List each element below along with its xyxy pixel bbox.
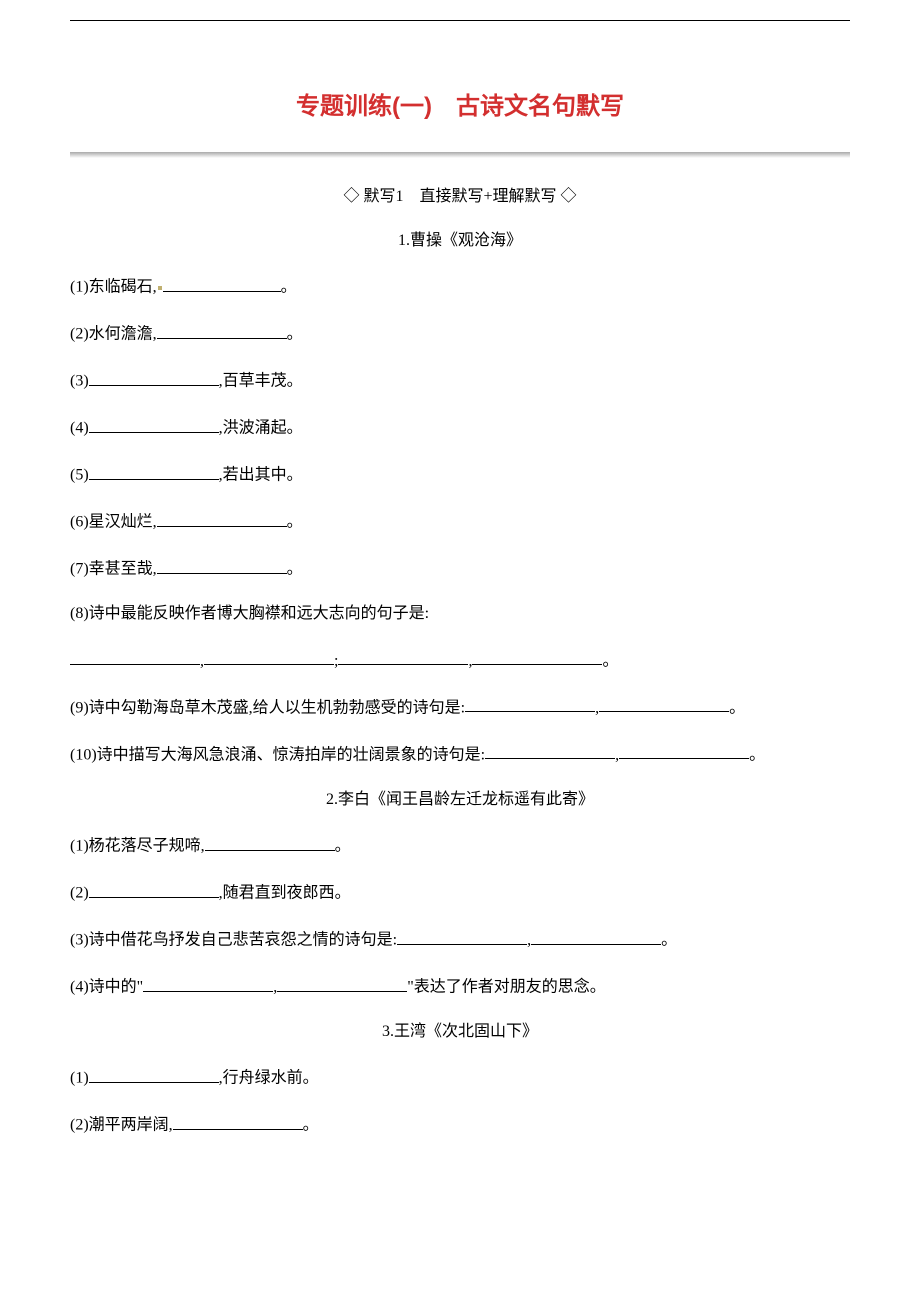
q-text: (1)杨花落尽子规啼, <box>70 838 205 855</box>
period: 。 <box>661 932 677 949</box>
fill-blank[interactable] <box>485 742 615 760</box>
main-title: 专题训练(一) 古诗文名句默写 <box>70 90 850 124</box>
poem1-q7: (7)幸甚至哉, 。 <box>70 556 850 581</box>
q-text: (5) <box>70 467 89 484</box>
fill-blank[interactable] <box>89 462 219 480</box>
q-text: (8)诗中最能反映作者博大胸襟和远大志向的句子是: <box>70 605 429 622</box>
q-text-tail: ,洪波涌起。 <box>219 420 303 437</box>
header-rule <box>70 20 850 21</box>
poem3-q1: (1) ,行舟绿水前。 <box>70 1065 850 1090</box>
period: 。 <box>281 279 297 296</box>
q-text: (4) <box>70 420 89 437</box>
fill-blank[interactable] <box>397 927 527 945</box>
poem2-q3: (3)诗中借花鸟抒发自己悲苦哀怨之情的诗句是:,。 <box>70 927 850 952</box>
poem1-q3: (3) ,百草丰茂。 <box>70 368 850 393</box>
period: 。 <box>602 652 618 669</box>
poem3-q2: (2)潮平两岸阔, 。 <box>70 1112 850 1137</box>
q-text: (2) <box>70 885 89 902</box>
period: 。 <box>287 326 303 343</box>
poem1-q2: (2)水何澹澹, 。 <box>70 321 850 346</box>
q-text: (2)潮平两岸阔, <box>70 1117 173 1134</box>
q-text-tail: ,百草丰茂。 <box>219 373 303 390</box>
fill-blank[interactable] <box>277 974 407 992</box>
poem1-q4: (4) ,洪波涌起。 <box>70 415 850 440</box>
q-text-tail: ,行舟绿水前。 <box>219 1070 319 1087</box>
fill-blank[interactable] <box>204 648 334 666</box>
q-text: (3) <box>70 373 89 390</box>
fill-blank[interactable] <box>338 648 468 666</box>
q-text-tail: "表达了作者对朋友的思念。 <box>407 979 606 996</box>
q-text-tail: ,若出其中。 <box>219 467 303 484</box>
poem1-q5: (5) ,若出其中。 <box>70 462 850 487</box>
poem2-q1: (1)杨花落尽子规啼, 。 <box>70 833 850 858</box>
poem2-q2: (2) ,随君直到夜郎西。 <box>70 880 850 905</box>
fill-blank[interactable] <box>465 695 595 713</box>
divider <box>70 152 850 158</box>
poem2-q4: (4)诗中的","表达了作者对朋友的思念。 <box>70 974 850 999</box>
poem3-title: 3.王湾《次北固山下》 <box>70 1021 850 1043</box>
fill-blank[interactable] <box>531 927 661 945</box>
period: 。 <box>303 1117 319 1134</box>
period: 。 <box>287 561 303 578</box>
period: 。 <box>729 699 745 716</box>
q-text: (10)诗中描写大海风急浪涌、惊涛拍岸的壮阔景象的诗句是: <box>70 746 485 763</box>
q8-blanks: ,;,。 <box>70 648 850 673</box>
q-text: (1) <box>70 1070 89 1087</box>
fill-blank[interactable] <box>619 742 749 760</box>
q-text: (4)诗中的" <box>70 979 143 996</box>
section-header: ◇ 默写1 直接默写+理解默写 ◇ <box>70 186 850 208</box>
poem1-q1: (1)东临碣石, 。 <box>70 274 850 299</box>
fill-blank[interactable] <box>599 695 729 713</box>
poem1-q6: (6)星汉灿烂, 。 <box>70 509 850 534</box>
fill-blank[interactable] <box>173 1112 303 1130</box>
q-text: (9)诗中勾勒海岛草木茂盛,给人以生机勃勃感受的诗句是: <box>70 699 465 716</box>
poem2-title: 2.李白《闻王昌龄左迁龙标遥有此寄》 <box>70 789 850 811</box>
fill-blank[interactable] <box>70 648 200 666</box>
fill-blank[interactable] <box>143 974 273 992</box>
q-text: (7)幸甚至哉, <box>70 561 157 578</box>
fill-blank[interactable] <box>163 274 281 292</box>
q-text: (3)诗中借花鸟抒发自己悲苦哀怨之情的诗句是: <box>70 932 397 949</box>
poem1-q8: (8)诗中最能反映作者博大胸襟和远大志向的句子是: ,;,。 <box>70 603 850 672</box>
fill-blank[interactable] <box>157 509 287 527</box>
q-text: (1)东临碣石, <box>70 279 157 296</box>
poem1-q10: (10)诗中描写大海风急浪涌、惊涛拍岸的壮阔景象的诗句是:,。 <box>70 742 850 767</box>
fill-blank[interactable] <box>89 1065 219 1083</box>
fill-blank[interactable] <box>205 833 335 851</box>
dot-icon <box>158 286 162 290</box>
period: 。 <box>287 514 303 531</box>
poem1-q9: (9)诗中勾勒海岛草木茂盛,给人以生机勃勃感受的诗句是:,。 <box>70 695 850 720</box>
fill-blank[interactable] <box>89 415 219 433</box>
poem1-title: 1.曹操《观沧海》 <box>70 230 850 252</box>
fill-blank[interactable] <box>157 321 287 339</box>
period: 。 <box>335 838 351 855</box>
fill-blank[interactable] <box>472 648 602 666</box>
q-text: (2)水何澹澹, <box>70 326 157 343</box>
fill-blank[interactable] <box>157 556 287 574</box>
fill-blank[interactable] <box>89 880 219 898</box>
q-text-tail: ,随君直到夜郎西。 <box>219 885 351 902</box>
q-text: (6)星汉灿烂, <box>70 514 157 531</box>
period: 。 <box>749 746 765 763</box>
fill-blank[interactable] <box>89 368 219 386</box>
